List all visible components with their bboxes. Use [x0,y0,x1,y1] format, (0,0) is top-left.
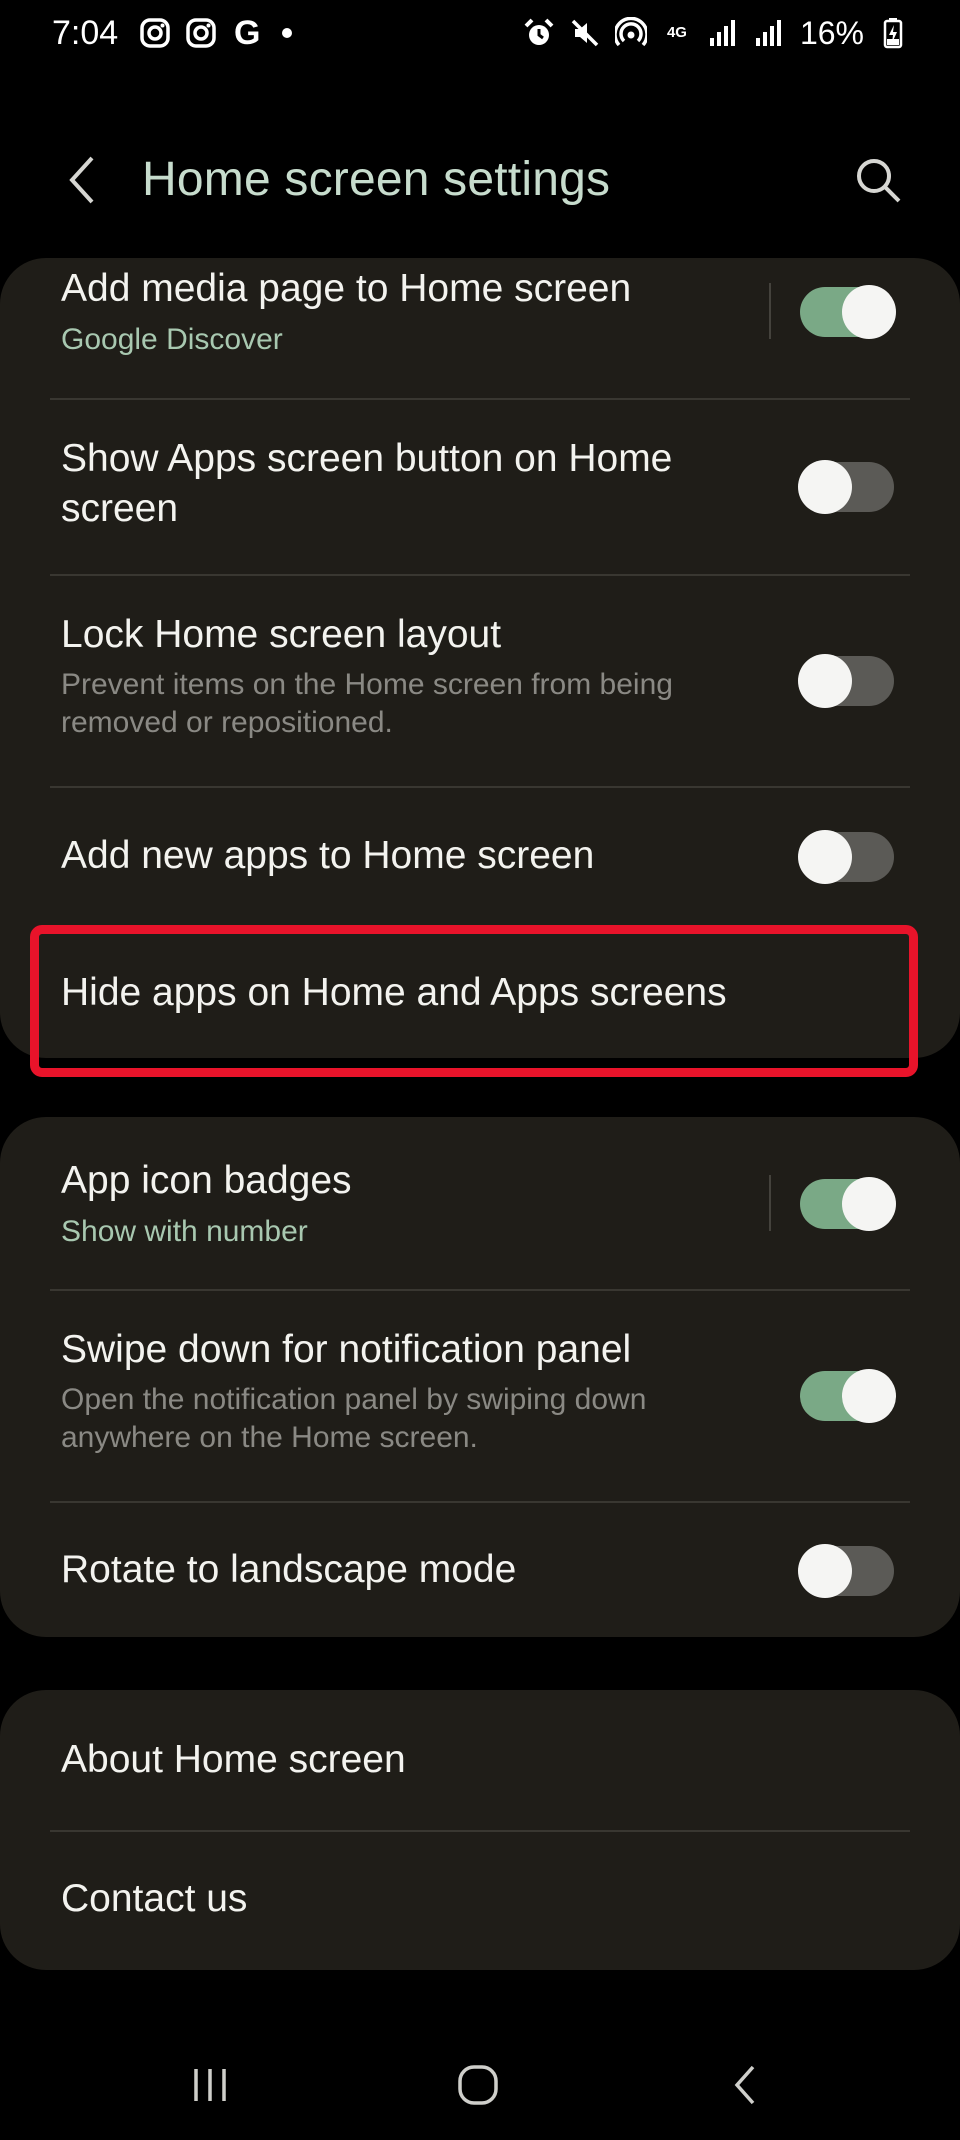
setting-subtitle: Google Discover [61,323,283,356]
add-new-apps-toggle[interactable] [798,830,894,884]
battery-charging-icon [876,16,910,50]
lock-layout-toggle[interactable] [798,654,894,708]
home-icon [458,2065,498,2105]
setting-row-about[interactable]: About Home screen [0,1690,960,1830]
highlight-box [30,925,918,1077]
icon-badges-toggle[interactable] [800,1177,896,1231]
apps-button-toggle[interactable] [798,460,894,514]
setting-title: Add new apps to Home screen [61,834,595,877]
signal-icon [752,16,786,50]
vertical-separator [769,1175,771,1231]
status-right: 4G 16% [522,15,910,52]
clock: 7:04 [52,13,119,52]
chevron-left-icon [69,156,94,204]
setting-title: Swipe down for notification panel [61,1328,632,1371]
setting-row-media-page[interactable]: Add media page to Home screen Google Dis… [0,258,960,398]
google-icon: G [233,13,261,52]
alarm-icon [522,16,556,50]
navigation-bar [0,2030,960,2140]
notification-dot-icon [282,28,293,38]
setting-title: Rotate to landscape mode [61,1548,517,1591]
setting-row-apps-button[interactable]: Show Apps screen button on Home screen [0,400,960,574]
toggle-knob [798,460,852,514]
rotate-toggle[interactable] [798,1544,894,1598]
back-icon [734,2065,755,2105]
app-header: Home screen settings [0,130,960,230]
search-button[interactable] [848,150,908,210]
toggle-knob [842,1177,896,1231]
search-icon [857,159,901,203]
setting-title: Contact us [61,1877,248,1920]
setting-row-contact[interactable]: Contact us [0,1832,960,1970]
back-button[interactable] [52,150,112,210]
instagram-icon [138,16,172,50]
settings-group-3: About Home screen Contact us [0,1690,960,1970]
settings-group-2: App icon badges Show with number Swipe d… [0,1117,960,1637]
setting-title: Show Apps screen button on Home screen [61,437,673,530]
status-bar: 7:04 G 4G 16% [0,0,960,66]
swipe-down-toggle[interactable] [800,1369,896,1423]
setting-title: Lock Home screen layout [61,613,502,656]
signal-icon [706,16,740,50]
setting-row-icon-badges[interactable]: App icon badges Show with number [0,1117,960,1289]
back-nav-button[interactable] [706,2050,786,2120]
toggle-knob [842,285,896,339]
home-button[interactable] [438,2050,518,2120]
setting-row-lock-layout[interactable]: Lock Home screen layout Prevent items on… [0,576,960,786]
vertical-separator [769,283,771,339]
hotspot-icon [614,16,648,50]
toggle-knob [798,654,852,708]
setting-row-rotate[interactable]: Rotate to landscape mode [0,1503,960,1637]
network-type-4g: 4G [666,24,687,41]
recent-apps-button[interactable] [170,2050,250,2120]
mute-icon [568,16,602,50]
instagram-icon [184,16,218,50]
setting-row-swipe-down[interactable]: Swipe down for notification panel Open t… [0,1291,960,1501]
toggle-knob [798,1544,852,1598]
setting-subtitle: Prevent items on the Home screen from be… [61,668,673,739]
page-title: Home screen settings [142,153,611,206]
battery-percent: 16% [799,14,864,51]
media-page-toggle[interactable] [800,285,896,339]
setting-title: App icon badges [61,1159,352,1202]
setting-subtitle: Show with number [61,1215,308,1248]
setting-subtitle: Open the notification panel by swiping d… [61,1383,647,1454]
setting-title: About Home screen [61,1738,406,1781]
recent-apps-icon [194,2069,226,2101]
toggle-knob [798,830,852,884]
toggle-knob [842,1369,896,1423]
status-left: 7:04 G [52,13,293,53]
setting-title: Add media page to Home screen [61,267,632,310]
setting-row-add-new-apps[interactable]: Add new apps to Home screen [0,788,960,928]
